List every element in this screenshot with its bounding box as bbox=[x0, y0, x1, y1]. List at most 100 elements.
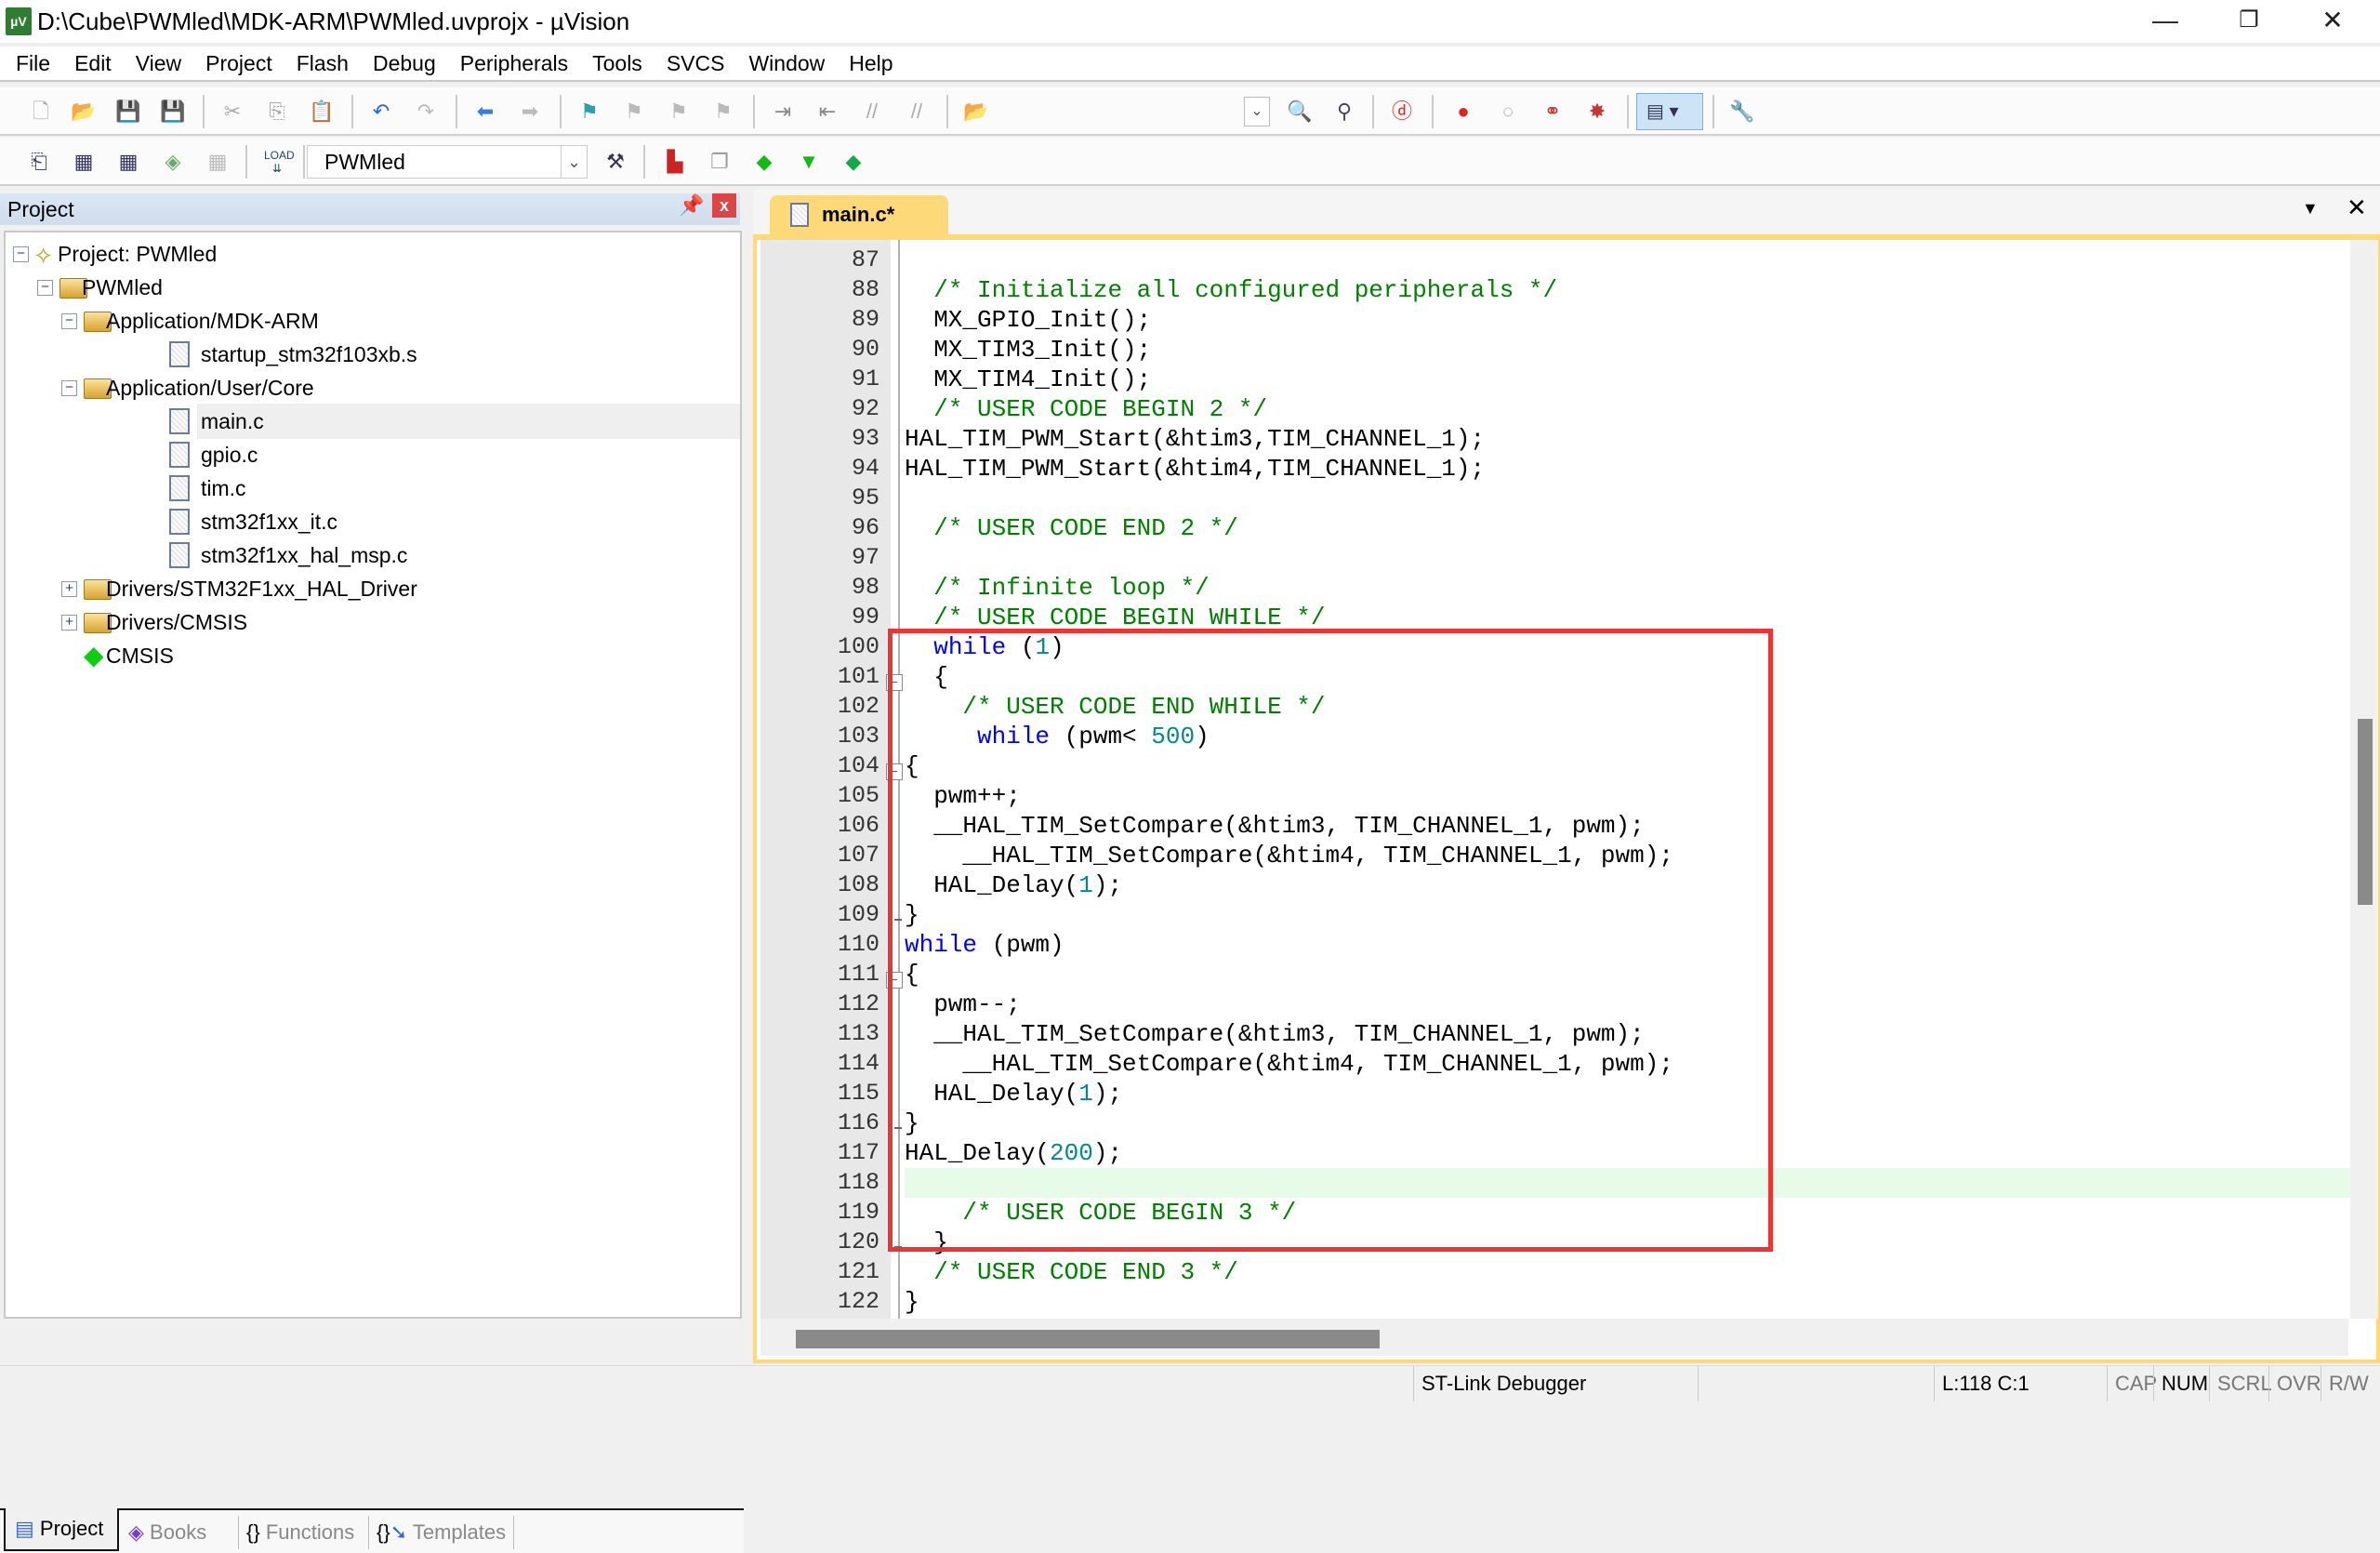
translate-icon[interactable]: ⎗ bbox=[26, 149, 52, 175]
comment-icon[interactable]: // bbox=[859, 99, 885, 125]
code-line[interactable]: /* USER CODE END 3 */ bbox=[905, 1257, 2355, 1287]
expand-icon[interactable]: + bbox=[61, 581, 77, 597]
restore-button[interactable]: ❐ bbox=[2207, 0, 2291, 43]
open-file-icon[interactable]: 📂 bbox=[71, 99, 97, 125]
chevron-down-icon[interactable]: ⌄ bbox=[561, 146, 587, 178]
expand-icon[interactable]: + bbox=[61, 615, 77, 630]
menu-project[interactable]: Project bbox=[193, 46, 284, 80]
tree-item[interactable]: gpio.c bbox=[6, 437, 740, 472]
menu-flash[interactable]: Flash bbox=[284, 46, 361, 80]
tab-project[interactable]: ▤ Project bbox=[4, 1508, 119, 1551]
menu-tools[interactable]: Tools bbox=[580, 46, 654, 80]
close-window-button[interactable]: ✕ bbox=[2291, 0, 2374, 43]
bookmark-icon[interactable]: ⚑ bbox=[576, 99, 602, 125]
cmsis-pack-icon[interactable]: ◆ bbox=[840, 149, 866, 175]
undo-icon[interactable]: ↶ bbox=[368, 99, 394, 125]
code-line[interactable]: MX_TIM3_Init(); bbox=[905, 335, 2355, 365]
pack-installer-icon[interactable]: ▼ bbox=[796, 149, 822, 175]
menu-file[interactable]: File bbox=[4, 46, 62, 80]
code-line[interactable] bbox=[905, 484, 2355, 513]
batch-build-icon[interactable]: ◈ bbox=[160, 149, 186, 175]
prev-bookmark-icon[interactable]: ⚑ bbox=[621, 99, 647, 125]
manage-run-time-icon[interactable]: ◆ bbox=[751, 149, 777, 175]
close-tab-icon[interactable]: ✕ bbox=[2347, 193, 2367, 222]
target-select[interactable]: PWMled ⌄ bbox=[307, 145, 588, 179]
menu-peripherals[interactable]: Peripherals bbox=[448, 46, 580, 80]
paste-icon[interactable]: 📋 bbox=[309, 99, 335, 125]
tree-item[interactable]: + Drivers/STM32F1xx_HAL_Driver bbox=[6, 571, 740, 606]
code-line[interactable]: HAL_TIM_PWM_Start(&htim3,TIM_CHANNEL_1); bbox=[905, 424, 2355, 454]
pin-icon[interactable]: 📌 bbox=[679, 193, 704, 218]
tab-templates[interactable]: {}➘ Templates bbox=[368, 1516, 515, 1549]
new-file-icon[interactable]: 🗋 bbox=[28, 99, 54, 125]
save-icon[interactable]: 💾 bbox=[115, 99, 141, 125]
unindent-icon[interactable]: ⇤ bbox=[814, 99, 840, 125]
find-in-files-icon[interactable]: 📂 bbox=[963, 99, 989, 125]
navigate-back-icon[interactable]: ⬅ bbox=[472, 99, 498, 125]
collapse-icon[interactable]: − bbox=[13, 246, 29, 262]
tree-item[interactable]: − Application/User/Core bbox=[6, 370, 740, 405]
horizontal-scrollbar[interactable] bbox=[760, 1319, 2348, 1356]
indent-icon[interactable]: ⇥ bbox=[770, 99, 796, 125]
code-line[interactable] bbox=[905, 246, 2355, 275]
vertical-scroll-thumb[interactable] bbox=[2358, 719, 2373, 905]
save-all-icon[interactable]: 💾 bbox=[160, 99, 186, 125]
tab-books[interactable]: ◈ Books bbox=[128, 1516, 206, 1549]
code-line[interactable] bbox=[905, 543, 2355, 573]
target-options-icon[interactable]: ⚒ bbox=[602, 149, 628, 175]
debug-session-icon[interactable]: ⓓ bbox=[1389, 99, 1415, 125]
code-line[interactable]: HAL_TIM_PWM_Start(&htim4,TIM_CHANNEL_1); bbox=[905, 454, 2355, 484]
uncomment-icon[interactable]: // bbox=[904, 99, 930, 125]
code-line[interactable]: /* USER CODE END 2 */ bbox=[905, 513, 2355, 543]
tree-item[interactable]: main.c bbox=[169, 404, 740, 439]
navigate-forward-icon[interactable]: ➡ bbox=[517, 99, 543, 125]
rebuild-icon[interactable]: ▦ bbox=[115, 149, 141, 175]
tree-item[interactable]: ◆ CMSIS bbox=[6, 638, 740, 673]
collapse-icon[interactable]: − bbox=[61, 380, 77, 396]
tree-item[interactable]: stm32f1xx_hal_msp.c bbox=[6, 538, 740, 573]
tree-item[interactable]: − Application/MDK-ARM bbox=[6, 303, 740, 338]
cut-icon[interactable]: ✂ bbox=[219, 99, 245, 125]
disable-breakpoint-icon[interactable]: ○ bbox=[1495, 99, 1521, 125]
code-line[interactable]: /* Initialize all configured peripherals… bbox=[905, 275, 2355, 305]
download-icon[interactable]: LOAD ⇊ bbox=[264, 149, 295, 175]
disable-all-breakpoints-icon[interactable]: ⚭ bbox=[1540, 99, 1566, 125]
clear-bookmarks-icon[interactable]: ⚑ bbox=[710, 99, 736, 125]
find-icon[interactable]: 🔍 bbox=[1287, 99, 1313, 125]
configure-icon[interactable]: 🔧 bbox=[1729, 99, 1755, 125]
tree-item[interactable]: tim.c bbox=[6, 471, 740, 506]
collapse-icon[interactable]: − bbox=[37, 280, 53, 296]
minimize-button[interactable]: — bbox=[2123, 0, 2207, 43]
tab-functions[interactable]: {} Functions bbox=[238, 1516, 354, 1549]
menu-edit[interactable]: Edit bbox=[62, 46, 124, 80]
select-packs-icon[interactable]: ❐ bbox=[707, 149, 733, 175]
kill-all-breakpoints-icon[interactable]: ✸ bbox=[1584, 99, 1610, 125]
menu-debug[interactable]: Debug bbox=[361, 46, 448, 80]
collapse-icon[interactable]: − bbox=[61, 313, 77, 329]
close-panel-button[interactable]: x bbox=[712, 193, 736, 218]
window-layout-button[interactable]: ▤ ▾ bbox=[1636, 93, 1703, 130]
vertical-scrollbar[interactable] bbox=[2350, 240, 2378, 1319]
incremental-find-icon[interactable]: ⚲ bbox=[1331, 99, 1357, 125]
tree-item[interactable]: startup_stm32f103xb.s bbox=[6, 337, 740, 372]
code-line[interactable]: MX_GPIO_Init(); bbox=[905, 305, 2355, 335]
next-bookmark-icon[interactable]: ⚑ bbox=[666, 99, 692, 125]
horizontal-scroll-thumb[interactable] bbox=[796, 1330, 1380, 1348]
redo-icon[interactable]: ↷ bbox=[413, 99, 439, 125]
tab-list-dropdown-icon[interactable]: ▼ bbox=[2302, 199, 2319, 219]
copy-icon[interactable]: ⎘ bbox=[264, 99, 290, 125]
tree-item[interactable]: stm32f1xx_it.c bbox=[6, 504, 740, 539]
tree-item[interactable]: + Drivers/CMSIS bbox=[6, 604, 740, 640]
code-line[interactable]: } bbox=[905, 1287, 2355, 1317]
tab-main-c[interactable]: main.c* bbox=[770, 195, 948, 236]
code-line[interactable]: /* Infinite loop */ bbox=[905, 573, 2355, 603]
menu-help[interactable]: Help bbox=[837, 46, 905, 80]
code-line[interactable]: MX_TIM4_Init(); bbox=[905, 365, 2355, 394]
find-dropdown[interactable]: ⌄ bbox=[1244, 97, 1270, 126]
tree-item[interactable]: − ⟡ Project: PWMled bbox=[6, 236, 740, 272]
tree-item[interactable]: − PWMled bbox=[6, 270, 740, 305]
build-icon[interactable]: ▦ bbox=[71, 149, 97, 175]
menu-svcs[interactable]: SVCS bbox=[654, 46, 737, 80]
manage-components-icon[interactable]: ▙ bbox=[662, 149, 688, 175]
menu-view[interactable]: View bbox=[124, 46, 193, 80]
